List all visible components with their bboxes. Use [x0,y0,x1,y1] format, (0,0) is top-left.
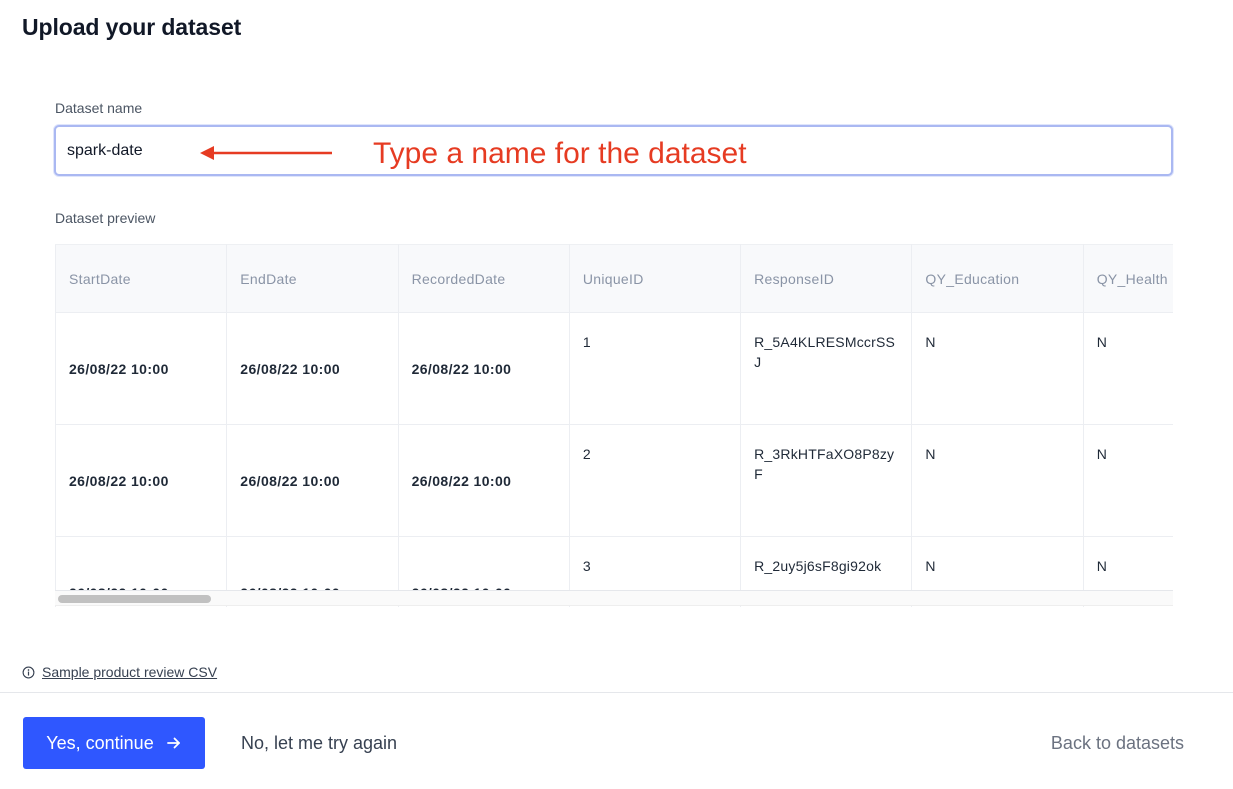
table-row: 26/08/22 10:00 26/08/22 10:00 26/08/22 1… [55,424,1173,537]
table-cell: N [911,424,1084,537]
annotation-text: Type a name for the dataset [373,137,747,170]
dataset-preview-label: Dataset preview [55,210,156,226]
table-cell: N [1083,424,1173,537]
table-cell: 26/08/22 10:00 [398,312,570,425]
arrow-right-icon [166,737,180,749]
column-header-enddate: EndDate [226,244,399,313]
column-header-qy-education: QY_Education [911,244,1084,313]
table-cell: R_5A4KLRESMccrSSJ [740,312,913,425]
sample-csv-link[interactable]: Sample product review CSV [22,664,217,680]
table-header-row: StartDate EndDate RecordedDate UniqueID … [55,244,1173,313]
column-header-startdate: StartDate [55,244,228,313]
table-cell: 26/08/22 10:00 [398,424,570,537]
table-cell: 26/08/22 10:00 [226,312,399,425]
table-cell: N [1083,312,1173,425]
upload-dataset-page: Upload your dataset Dataset name Type a … [0,0,1233,789]
dataset-name-label: Dataset name [55,100,143,116]
continue-button[interactable]: Yes, continue [23,717,205,769]
table-cell: 26/08/22 10:00 [55,424,228,537]
column-header-uniqueid: UniqueID [569,244,742,313]
column-header-qy-health: QY_Health [1083,244,1173,313]
table-cell: 26/08/22 10:00 [226,424,399,537]
page-title: Upload your dataset [22,14,242,40]
annotation-arrow-icon [200,146,332,160]
back-to-datasets-button[interactable]: Back to datasets [1051,731,1184,755]
table-cell: R_3RkHTFaXO8P8zyF [740,424,913,537]
table-cell: 1 [569,312,742,425]
table-cell: 26/08/22 10:00 [55,312,228,425]
scrollbar-thumb[interactable] [58,595,211,603]
table-row: 26/08/22 10:00 26/08/22 10:00 26/08/22 1… [55,312,1173,425]
continue-button-label: Yes, continue [46,732,154,753]
footer-divider [0,692,1233,693]
table-cell: N [911,312,1084,425]
info-circle-icon [22,666,35,678]
sample-csv-link-text: Sample product review CSV [42,664,218,680]
column-header-recordeddate: RecordedDate [398,244,570,313]
horizontal-scrollbar[interactable] [55,590,1173,606]
try-again-button[interactable]: No, let me try again [241,731,397,755]
dataset-preview-table: StartDate EndDate RecordedDate UniqueID … [55,244,1173,607]
column-header-responseid: ResponseID [740,244,913,313]
dataset-preview-table-container[interactable]: StartDate EndDate RecordedDate UniqueID … [55,244,1173,607]
table-cell: 2 [569,424,742,537]
